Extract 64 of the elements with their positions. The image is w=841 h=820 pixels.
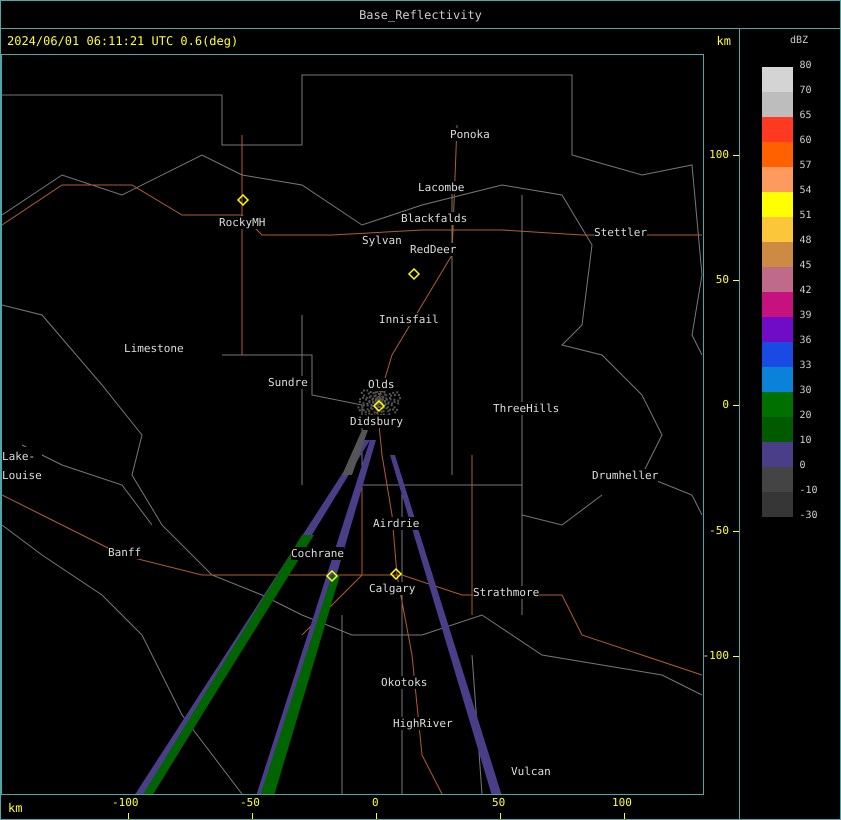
place-label: Lacombe [418, 180, 464, 194]
legend-value: 10 [799, 435, 813, 448]
legend-value: -10 [799, 485, 818, 498]
y-axis-tick-label: 0 [722, 398, 729, 410]
tick-mark-icon [500, 813, 501, 819]
x-axis-tick-label: 0 [372, 796, 379, 808]
tick-mark-icon [376, 813, 377, 819]
place-label: Blackfalds [401, 212, 468, 224]
place-label: Innisfail [379, 312, 439, 326]
tick-mark-icon [128, 813, 129, 819]
x-axis-tick-label: 100 [612, 796, 632, 808]
legend-value: 36 [799, 335, 813, 348]
legend-value: -30 [799, 510, 818, 523]
unit-label: km [8, 800, 22, 814]
legend-unit: dBZ [790, 35, 808, 46]
place-label: Okotoks [381, 676, 428, 688]
place-label: Drumheller [592, 468, 658, 482]
tick-mark-icon [733, 530, 739, 532]
legend-value: 51 [799, 210, 813, 223]
legend-value: 45 [799, 260, 813, 273]
place-label: Strathmore [473, 586, 540, 598]
legend-value: 80 [799, 60, 813, 73]
place-label: ThreeHills [493, 402, 560, 414]
place-label: Cochrane [291, 546, 344, 560]
y-axis-tick-label: -100 [702, 648, 729, 662]
tick-mark-icon [733, 404, 739, 406]
y-axis-tick-label: 50 [716, 272, 729, 286]
x-axis-tick-label: -100 [112, 796, 138, 808]
place-label: RedDeer [410, 242, 456, 256]
place-label: Sylvan [362, 234, 402, 246]
window-title: Base_Reflectivity [359, 8, 482, 22]
unit-label: km [716, 34, 731, 48]
tick-mark-icon [624, 813, 625, 819]
place-label: RockyMH [219, 216, 266, 228]
legend-value: 60 [799, 135, 813, 148]
y-axis-tick-label: -50 [709, 524, 729, 536]
legend-value: 20 [799, 410, 813, 423]
tick-mark-icon [733, 154, 739, 156]
legend-value: 0 [799, 460, 806, 473]
legend-value: 54 [799, 185, 813, 198]
y-axis-tick-label: 100 [709, 148, 729, 160]
legend-value: 57 [799, 160, 813, 173]
x-axis-tick-label: 50 [492, 796, 506, 808]
legend-value: 42 [799, 285, 813, 298]
legend-value: 33 [799, 360, 813, 373]
place-label: Olds [368, 378, 394, 390]
tick-mark-icon [252, 813, 253, 819]
legend-value: 65 [799, 110, 813, 123]
place-label: Didsbury [350, 414, 403, 428]
place-label: Ponoka [450, 128, 490, 140]
place-label: Sundre [268, 376, 308, 388]
place-label: HighRiver [393, 716, 453, 730]
legend-value: 70 [799, 85, 813, 98]
place-label: Airdrie [373, 516, 420, 530]
place-label: Banff [108, 546, 142, 558]
scan-timestamp: 2024/06/01 06:11:21 UTC 0.6(deg) [7, 34, 238, 48]
place-label: Vulcan [511, 764, 551, 778]
legend-value: 39 [799, 310, 813, 323]
place-label: Limestone [124, 342, 184, 354]
x-axis-tick-label: -50 [240, 796, 260, 808]
legend-value: 48 [799, 235, 813, 248]
place-label: Calgary [369, 582, 416, 594]
place-label: Stettler [594, 226, 647, 238]
legend-value: 30 [799, 385, 813, 398]
